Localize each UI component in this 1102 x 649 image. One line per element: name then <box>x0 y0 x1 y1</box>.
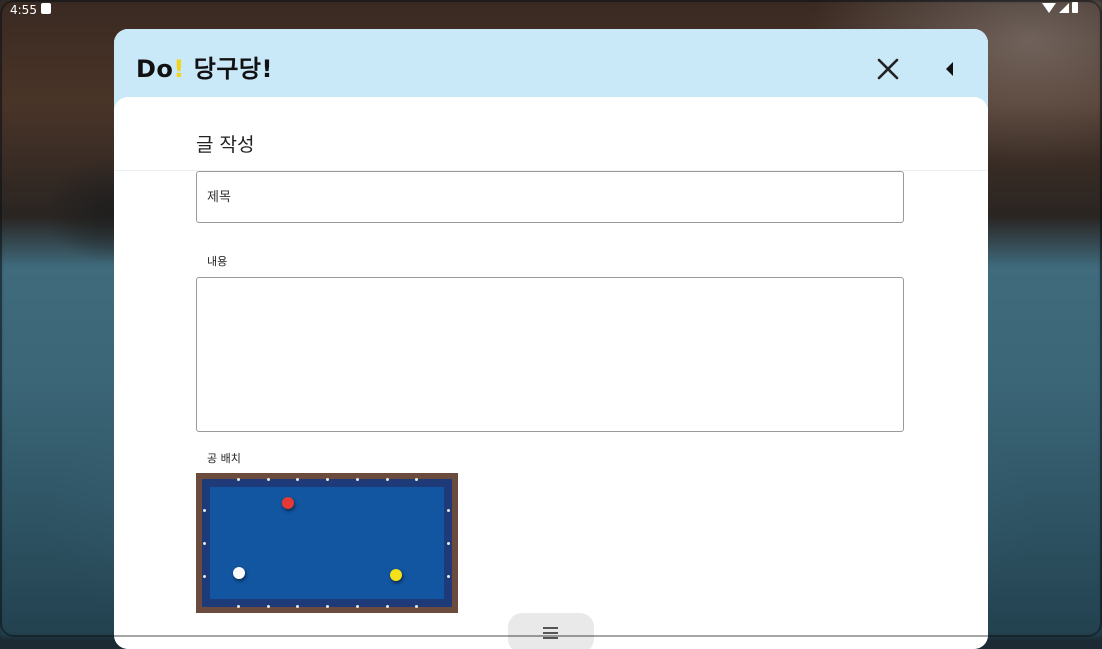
white-ball[interactable] <box>233 567 245 579</box>
page-title: 글 작성 <box>196 134 255 156</box>
diamond-marker <box>386 605 389 608</box>
diamond-marker <box>237 478 240 481</box>
diamond-marker <box>237 605 240 608</box>
wifi-icon <box>1042 2 1056 13</box>
diamond-marker <box>267 605 270 608</box>
sd-card-icon <box>41 3 51 14</box>
logo-exclamation: ! <box>173 55 185 83</box>
diamond-marker <box>415 478 418 481</box>
app-logo: Do! 당구당! <box>136 49 273 84</box>
content-textarea[interactable] <box>196 277 904 432</box>
diamond-marker <box>267 478 270 481</box>
diamond-marker <box>326 478 329 481</box>
content-label: 내용 <box>207 255 228 268</box>
diamond-marker <box>203 542 206 545</box>
billiard-table[interactable] <box>196 473 458 613</box>
diamond-marker <box>447 575 450 578</box>
red-ball[interactable] <box>282 497 294 509</box>
diamond-marker <box>296 478 299 481</box>
status-icons <box>1042 2 1078 13</box>
ball-placement-label: 공 배치 <box>207 452 241 465</box>
logo-name: 당구당! <box>193 55 273 83</box>
diamond-marker <box>447 509 450 512</box>
menu-handle-icon[interactable] <box>508 613 594 649</box>
diamond-marker <box>447 542 450 545</box>
diamond-marker <box>203 575 206 578</box>
table-felt <box>210 487 444 599</box>
diamond-marker <box>326 605 329 608</box>
diamond-marker <box>415 605 418 608</box>
diamond-marker <box>296 605 299 608</box>
status-time: 4:55 <box>10 3 37 17</box>
status-bar: 4:55 <box>0 0 1102 20</box>
title-input[interactable] <box>196 171 904 223</box>
diamond-marker <box>203 509 206 512</box>
back-triangle-icon[interactable] <box>936 55 964 83</box>
diamond-marker <box>356 478 359 481</box>
logo-do: Do <box>136 55 174 83</box>
battery-icon <box>1072 2 1078 13</box>
yellow-ball[interactable] <box>390 569 402 581</box>
cellular-icon <box>1059 2 1069 13</box>
close-icon[interactable] <box>872 53 904 85</box>
handle-lines <box>543 627 558 642</box>
diamond-marker <box>356 605 359 608</box>
diamond-marker <box>386 478 389 481</box>
write-post-dialog: Do! 당구당! 글 작성 내용 공 배치 <box>114 29 988 649</box>
form-sheet: 글 작성 내용 공 배치 <box>114 97 988 649</box>
